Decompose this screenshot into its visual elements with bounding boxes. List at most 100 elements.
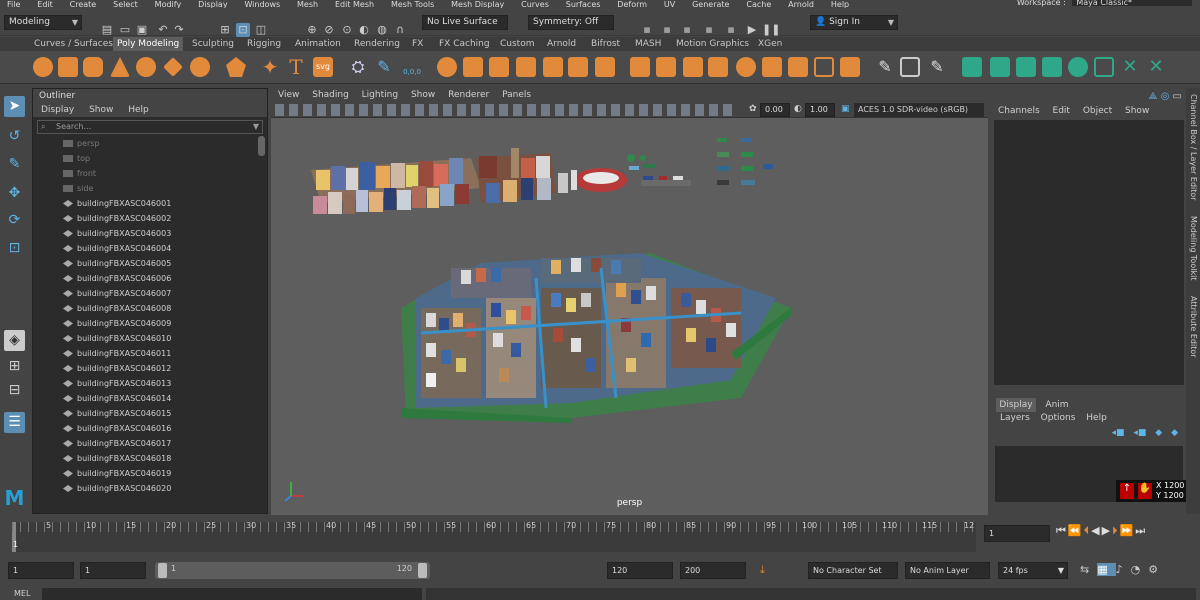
tab-xgen[interactable]: XGen: [754, 37, 786, 51]
append-polygon-icon[interactable]: [736, 57, 756, 77]
step-forward-frame-icon[interactable]: ⏵: [1112, 524, 1120, 537]
new-layer-selected-icon[interactable]: ◆: [1171, 428, 1178, 438]
lasso-tool-icon[interactable]: ↺: [4, 126, 25, 147]
ipr-render-icon[interactable]: ▦: [680, 23, 694, 37]
retopo-icon[interactable]: [595, 57, 615, 77]
layout-uv-icon[interactable]: [1094, 57, 1114, 77]
collapse-icon[interactable]: [814, 57, 834, 77]
tree-item-mesh[interactable]: buildingFBXASC046009: [33, 316, 267, 331]
reduce-icon[interactable]: [543, 57, 563, 77]
poly-plane-icon[interactable]: [163, 57, 183, 77]
select-component-icon[interactable]: ◫: [254, 23, 268, 37]
rotate-tool-icon[interactable]: ⟳: [4, 210, 25, 231]
tree-item-mesh[interactable]: buildingFBXASC046008: [33, 301, 267, 316]
loop-icon[interactable]: ⇆: [1080, 563, 1097, 576]
tree-item-mesh[interactable]: buildingFBXASC046017: [33, 436, 267, 451]
text-icon[interactable]: T: [286, 57, 306, 77]
pause-icon[interactable]: ❚❚: [762, 23, 780, 37]
tab-curves-surfaces[interactable]: Curves / Surfaces: [30, 37, 117, 51]
magnet-icon[interactable]: ∩: [393, 23, 407, 37]
range-handle-right[interactable]: [418, 563, 427, 578]
channel-list[interactable]: [994, 120, 1184, 385]
tab-motion-graphics[interactable]: Motion Graphics: [672, 37, 753, 51]
viewport-toolbar-icons[interactable]: [275, 104, 735, 116]
playback-end-field[interactable]: 120: [607, 562, 673, 579]
mirror-icon[interactable]: [489, 57, 509, 77]
outliner-menu-help[interactable]: Help: [128, 105, 149, 115]
tab-attribute-editor[interactable]: Attribute Editor: [1186, 296, 1200, 371]
select-hierarchy-icon[interactable]: ⊞: [218, 23, 232, 37]
step-back-frame-icon[interactable]: ⏴: [1084, 524, 1092, 537]
tree-item-mesh[interactable]: buildingFBXASC046001: [33, 196, 267, 211]
poly-disc-icon[interactable]: [190, 57, 210, 77]
tree-item-mesh[interactable]: buildingFBXASC046010: [33, 331, 267, 346]
mode-selector[interactable]: Modeling ▼: [4, 15, 82, 30]
tree-item-mesh[interactable]: buildingFBXASC046016: [33, 421, 267, 436]
color-management-icon[interactable]: ▣: [841, 104, 850, 114]
bevel-icon[interactable]: [683, 57, 703, 77]
tab-fx[interactable]: FX: [408, 37, 427, 51]
sew-uv-icon[interactable]: ✕: [1146, 57, 1166, 77]
exposure-field[interactable]: 0.00: [760, 103, 790, 117]
single-pane-icon[interactable]: ◈: [4, 330, 25, 351]
tree-item-mesh[interactable]: buildingFBXASC046019: [33, 466, 267, 481]
snap-grid-icon[interactable]: ⊕: [305, 23, 319, 37]
poly-cube-icon[interactable]: [58, 57, 78, 77]
save-icon[interactable]: ▣: [135, 23, 149, 37]
render-frame-icon[interactable]: ▦: [640, 23, 654, 37]
snap-surface-icon[interactable]: ◍: [375, 23, 389, 37]
tab-fx-caching[interactable]: FX Caching: [435, 37, 494, 51]
render-settings-icon[interactable]: ▦: [702, 23, 716, 37]
extrude-icon[interactable]: [630, 57, 650, 77]
tab-modeling-toolkit[interactable]: Modeling Toolkit: [1186, 216, 1200, 291]
sweep-mesh-icon[interactable]: ⛭: [348, 57, 368, 77]
cut-uv-icon[interactable]: ✕: [1120, 57, 1140, 77]
two-pane-icon[interactable]: ⊟: [4, 380, 25, 401]
move-layer-up-icon[interactable]: ◂■: [1111, 428, 1124, 438]
scene-end-field[interactable]: 200: [680, 562, 746, 579]
tab-mash[interactable]: MASH: [631, 37, 665, 51]
merge-icon[interactable]: [762, 57, 782, 77]
tab-animation[interactable]: Animation: [291, 37, 345, 51]
outliner-menu-display[interactable]: Display: [41, 105, 74, 115]
tree-item-mesh[interactable]: buildingFBXASC046013: [33, 376, 267, 391]
snap-point-icon[interactable]: ⊙: [340, 23, 354, 37]
tree-item-mesh[interactable]: buildingFBXASC046011: [33, 346, 267, 361]
layer-menu-options[interactable]: Options: [1041, 413, 1076, 423]
quad-draw-icon[interactable]: [962, 57, 982, 77]
play-back-icon[interactable]: ◀: [1091, 524, 1101, 537]
gamma-field[interactable]: 1.00: [805, 103, 835, 117]
chevron-down-icon[interactable]: ▼: [253, 121, 259, 133]
tree-item-mesh[interactable]: buildingFBXASC046006: [33, 271, 267, 286]
tab-poly-modeling[interactable]: Poly Modeling: [113, 37, 184, 51]
viewport-menu-renderer[interactable]: Renderer: [448, 90, 489, 100]
outliner-search-input[interactable]: ⌕ Search... ▼: [37, 120, 263, 134]
snap-view-icon[interactable]: ◐: [357, 23, 371, 37]
scene-start-field[interactable]: 1: [8, 562, 74, 579]
tab-bifrost[interactable]: Bifrost: [587, 37, 624, 51]
playback-start-field[interactable]: 1: [80, 562, 146, 579]
redo-icon[interactable]: ↷: [172, 23, 186, 37]
audio-icon[interactable]: ♪: [1116, 563, 1131, 576]
detach-icon[interactable]: [840, 57, 860, 77]
new-scene-icon[interactable]: ▤: [100, 23, 114, 37]
four-pane-icon[interactable]: ⊞: [4, 356, 25, 377]
smooth-icon[interactable]: [516, 57, 536, 77]
scale-tool-icon[interactable]: ⊡: [4, 238, 25, 259]
current-frame-field[interactable]: 1: [984, 525, 1050, 542]
paint-select-icon[interactable]: ✎: [4, 154, 25, 175]
tab-arnold[interactable]: Arnold: [543, 37, 580, 51]
tree-item-mesh[interactable]: buildingFBXASC046020: [33, 481, 267, 496]
axis-icon[interactable]: ⟁: [1149, 91, 1158, 102]
go-to-end-icon[interactable]: ⏭: [1135, 524, 1147, 537]
refresh-icon[interactable]: ◎: [1161, 91, 1170, 102]
poly-torus-icon[interactable]: [136, 57, 156, 77]
key-icon[interactable]: ▦: [1097, 563, 1116, 576]
outliner-menu-show[interactable]: Show: [89, 105, 113, 115]
platonic-solid-icon[interactable]: [226, 57, 246, 77]
select-object-icon[interactable]: ⊡: [236, 23, 250, 37]
timeline-track[interactable]: 1 5 10 15 20 25 30 35 40 45 50 55 60 65 …: [12, 521, 976, 552]
channel-menu-show[interactable]: Show: [1125, 106, 1149, 116]
tree-item-camera[interactable]: front: [33, 166, 267, 181]
unfold-icon[interactable]: [1068, 57, 1088, 77]
